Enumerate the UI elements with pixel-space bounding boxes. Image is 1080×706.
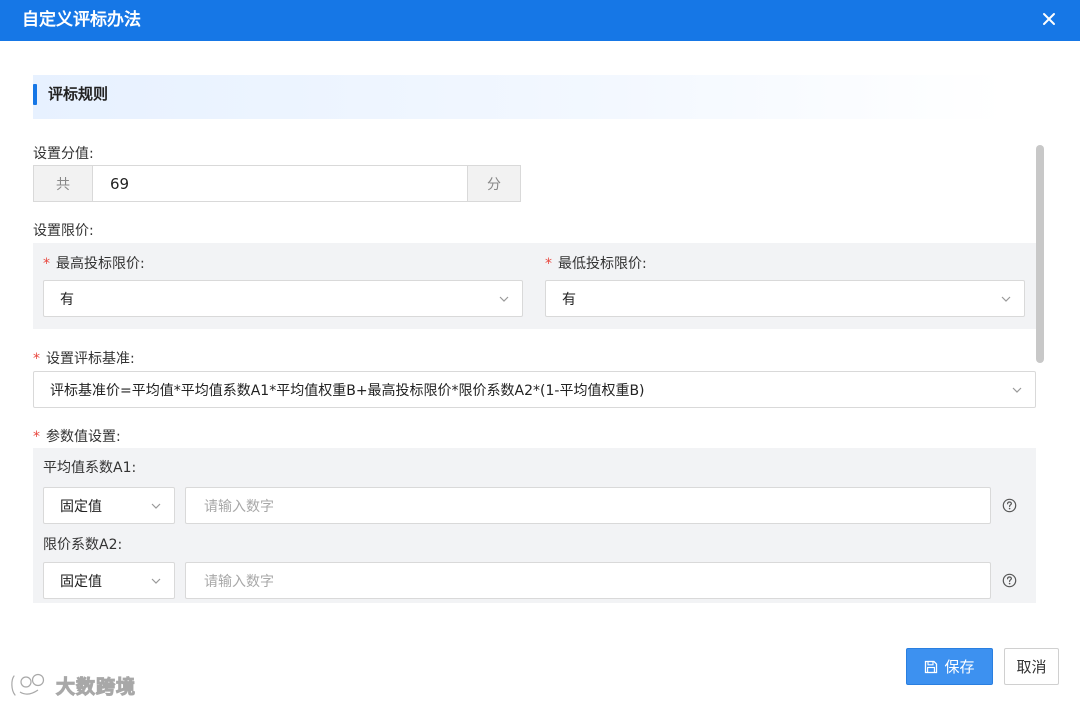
help-icon[interactable]: [1002, 498, 1017, 513]
param-a1-placeholder: 请输入数字: [204, 498, 274, 515]
section-accent-bar: [33, 84, 37, 105]
score-input-group: 共 69 分: [33, 165, 521, 202]
chevron-down-icon: [151, 503, 161, 509]
chevron-down-icon: [499, 296, 509, 302]
dialog-title-bar: 自定义评标办法: [0, 0, 1080, 41]
param-a2-input[interactable]: 请输入数字: [185, 562, 991, 599]
limit-price-label: 设置限价:: [33, 223, 94, 239]
save-label: 保存: [944, 658, 975, 676]
params-label: * 参数值设置:: [33, 426, 121, 446]
limit-price-panel: * 最高投标限价: 有 * 最低投标限价: 有: [33, 243, 1036, 329]
chevron-down-icon: [1012, 387, 1022, 393]
section-title: 评标规则: [48, 85, 109, 103]
required-mark: *: [33, 429, 40, 445]
param-a2-placeholder: 请输入数字: [204, 573, 274, 590]
param-a1-mode-value: 固定值: [60, 498, 102, 515]
dialog-title: 自定义评标办法: [22, 10, 141, 30]
param-a2-label: 限价系数A2:: [43, 537, 123, 553]
close-icon[interactable]: [1038, 8, 1060, 30]
save-button[interactable]: 保存: [906, 648, 993, 685]
score-label: 设置分值:: [33, 146, 94, 162]
save-icon: [925, 660, 938, 673]
param-a1-label: 平均值系数A1:: [43, 460, 137, 476]
required-mark: *: [545, 256, 552, 272]
max-limit-select[interactable]: 有: [43, 280, 523, 317]
chevron-down-icon: [1001, 296, 1011, 302]
param-a2-mode-select[interactable]: 固定值: [43, 562, 175, 599]
min-limit-value: 有: [562, 291, 576, 308]
score-input[interactable]: 69: [93, 166, 467, 201]
min-limit-label-text: 最低投标限价:: [558, 256, 647, 272]
params-panel: 平均值系数A1: 固定值 请输入数字 限价系数A2: 固定值 请输入数字: [33, 448, 1036, 603]
benchmark-label-text: 设置评标基准:: [46, 351, 135, 367]
chevron-down-icon: [151, 578, 161, 584]
score-prefix: 共: [34, 166, 93, 201]
score-suffix: 分: [467, 166, 520, 201]
max-limit-label: * 最高投标限价:: [43, 253, 145, 273]
min-limit-select[interactable]: 有: [545, 280, 1025, 317]
cancel-button[interactable]: 取消: [1004, 648, 1059, 685]
watermark-text: 大数跨境: [55, 675, 137, 698]
required-mark: *: [43, 256, 50, 272]
benchmark-value: 评标基准价=平均值*平均值系数A1*平均值权重B+最高投标限价*限价系数A2*(…: [50, 382, 645, 399]
scrollbar-thumb[interactable]: [1036, 145, 1044, 363]
watermark: 大数跨境: [8, 668, 136, 702]
min-limit-label: * 最低投标限价:: [545, 253, 647, 273]
param-a2-mode-value: 固定值: [60, 573, 102, 590]
logo-icon: [9, 673, 45, 697]
max-limit-value: 有: [60, 291, 74, 308]
param-a1-input[interactable]: 请输入数字: [185, 487, 991, 524]
max-limit-label-text: 最高投标限价:: [56, 256, 145, 272]
benchmark-label: * 设置评标基准:: [33, 348, 135, 368]
section-header: 评标规则: [33, 75, 1005, 119]
required-mark: *: [33, 351, 40, 367]
params-label-text: 参数值设置:: [46, 429, 121, 445]
param-a1-mode-select[interactable]: 固定值: [43, 487, 175, 524]
benchmark-select[interactable]: 评标基准价=平均值*平均值系数A1*平均值权重B+最高投标限价*限价系数A2*(…: [33, 371, 1036, 408]
help-icon[interactable]: [1002, 573, 1017, 588]
